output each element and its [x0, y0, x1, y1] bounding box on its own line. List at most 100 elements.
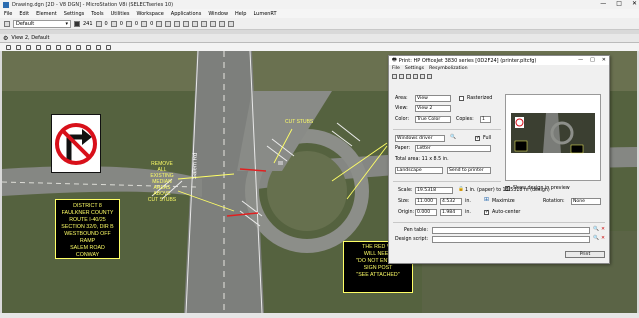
paper-select[interactable]: Letter	[415, 145, 491, 152]
pen-table-browse-icon[interactable]: 🔍	[593, 227, 599, 232]
size-label: Size:	[398, 199, 410, 204]
print-icon[interactable]	[392, 73, 397, 79]
color-value[interactable]: 241	[83, 21, 93, 27]
priority-value[interactable]: 0	[150, 21, 153, 27]
size-width-field[interactable]: 11.000	[415, 198, 437, 205]
zoom-in-icon[interactable]	[26, 44, 31, 50]
scale-field[interactable]: 19.5318	[415, 187, 453, 194]
transparency-icon[interactable]	[141, 20, 148, 27]
orientation-select[interactable]: Landscape	[395, 167, 443, 174]
menu-applications[interactable]: Applications	[171, 11, 202, 17]
fit-view-icon[interactable]	[56, 44, 61, 50]
driver-search-icon[interactable]: 🔍	[450, 135, 456, 140]
print-preview	[505, 94, 601, 181]
window-area-icon[interactable]	[46, 44, 51, 50]
divider	[393, 222, 605, 223]
origin-y-field[interactable]: 1.984	[440, 209, 462, 216]
dialog-maximize-button[interactable]: □	[590, 57, 595, 63]
measure-icon[interactable]	[210, 20, 217, 27]
rasterized-checkbox[interactable]	[459, 96, 464, 101]
menu-help[interactable]: Help	[235, 11, 246, 17]
class-icon[interactable]	[165, 20, 172, 27]
element-info-icon[interactable]	[183, 20, 190, 27]
template-icon[interactable]	[174, 20, 181, 27]
full-checkbox[interactable]	[475, 135, 480, 141]
menu-lumenrt[interactable]: LumenRT	[253, 11, 276, 17]
dialog-close-button[interactable]: ✕	[602, 57, 606, 63]
note-line-4: SIGN POST	[363, 265, 393, 271]
priority-icon[interactable]	[156, 20, 163, 27]
line-style-icon[interactable]	[95, 20, 102, 27]
maximize-button[interactable]: □	[616, 0, 622, 7]
print-dialog-toolbar	[389, 72, 609, 80]
rasterized-label: Rasterized	[467, 96, 493, 101]
print-dialog-menu: File Settings Resymbolization	[389, 65, 609, 72]
fence-icon[interactable]	[201, 20, 208, 27]
rotation-select[interactable]: None	[571, 198, 601, 205]
copies-field[interactable]: 1	[480, 116, 491, 123]
view-gear-icon[interactable]: ⚙	[3, 35, 8, 42]
driver-select[interactable]: Windows driver	[395, 135, 445, 142]
send-select[interactable]: Send to printer	[447, 167, 491, 174]
menu-window[interactable]: Window	[208, 11, 228, 17]
menu-settings[interactable]: Settings	[64, 11, 85, 17]
weight-icon[interactable]	[110, 20, 117, 27]
attributes-icon[interactable]	[420, 73, 425, 79]
update-view-icon[interactable]	[16, 44, 21, 50]
pen-table-clear-icon[interactable]: ✕	[601, 227, 605, 232]
close-button[interactable]: ✕	[632, 0, 637, 7]
size-height-field[interactable]: 4.532	[440, 198, 462, 205]
menu-element[interactable]: Element	[36, 11, 57, 17]
info-city: CONWAY	[75, 252, 100, 258]
redo-icon[interactable]	[228, 20, 235, 27]
menu-workspace[interactable]: Workspace	[136, 11, 163, 17]
design-script-field[interactable]	[432, 236, 590, 243]
dialog-menu-file[interactable]: File	[392, 66, 400, 71]
level-combo[interactable]: Default ▾	[13, 19, 71, 28]
copy-view-icon[interactable]	[106, 44, 111, 50]
view-next-icon[interactable]	[96, 44, 101, 50]
view-previous-icon[interactable]	[86, 44, 91, 50]
origin-label: Origin:	[398, 210, 415, 215]
undo-icon[interactable]	[219, 20, 226, 27]
menu-edit[interactable]: Edit	[19, 11, 29, 17]
dialog-minimize-button[interactable]: —	[578, 57, 583, 63]
weight-value[interactable]: 0	[105, 21, 108, 27]
pen-table-field[interactable]	[432, 227, 590, 234]
selection-icon[interactable]	[192, 20, 199, 27]
menu-tools[interactable]: Tools	[91, 11, 103, 17]
origin-x-field[interactable]: 0.000	[415, 209, 437, 216]
style-icon[interactable]	[125, 20, 132, 27]
fit-icon[interactable]	[413, 73, 418, 79]
design-script-clear-icon[interactable]: ✕	[601, 236, 605, 241]
auto-center-checkbox[interactable]	[484, 209, 489, 215]
color-swatch-icon[interactable]	[74, 20, 80, 27]
dialog-menu-resymbolization[interactable]: Resymbolization	[429, 66, 467, 71]
color-select[interactable]: True Color	[415, 116, 451, 123]
printer-setup-icon[interactable]	[399, 73, 404, 79]
dialog-menu-settings[interactable]: Settings	[405, 66, 424, 71]
design-script-browse-icon[interactable]: 🔍	[593, 236, 599, 241]
zoom-out-icon[interactable]	[36, 44, 41, 50]
rotate-view-icon[interactable]	[66, 44, 71, 50]
view-title: View 2, Default	[11, 35, 50, 41]
style-value[interactable]: 0	[120, 21, 123, 27]
transparency-value[interactable]: 0	[135, 21, 138, 27]
scale-lock-icon[interactable]: 🔒	[458, 187, 464, 192]
color-label: Color:	[395, 117, 410, 122]
rotation-label: Rotation:	[543, 199, 565, 204]
pan-view-icon[interactable]	[76, 44, 81, 50]
minimize-button[interactable]: —	[600, 0, 606, 7]
help-icon[interactable]	[427, 73, 432, 79]
view-attributes-icon[interactable]	[6, 44, 11, 50]
maximize-label[interactable]: Maximize	[492, 199, 515, 204]
design-script-label: Design script:	[395, 237, 429, 242]
print-button[interactable]: Print	[565, 251, 605, 258]
view-select[interactable]: View 2	[415, 105, 451, 112]
note-line-5: "SEE ATTACHED"	[356, 272, 400, 278]
maximize-icon[interactable]: ⊞	[484, 196, 489, 203]
area-select[interactable]: View	[415, 95, 451, 102]
menu-file[interactable]: File	[4, 11, 12, 17]
preview-icon[interactable]	[406, 73, 411, 79]
menu-utilities[interactable]: Utilities	[111, 11, 130, 17]
